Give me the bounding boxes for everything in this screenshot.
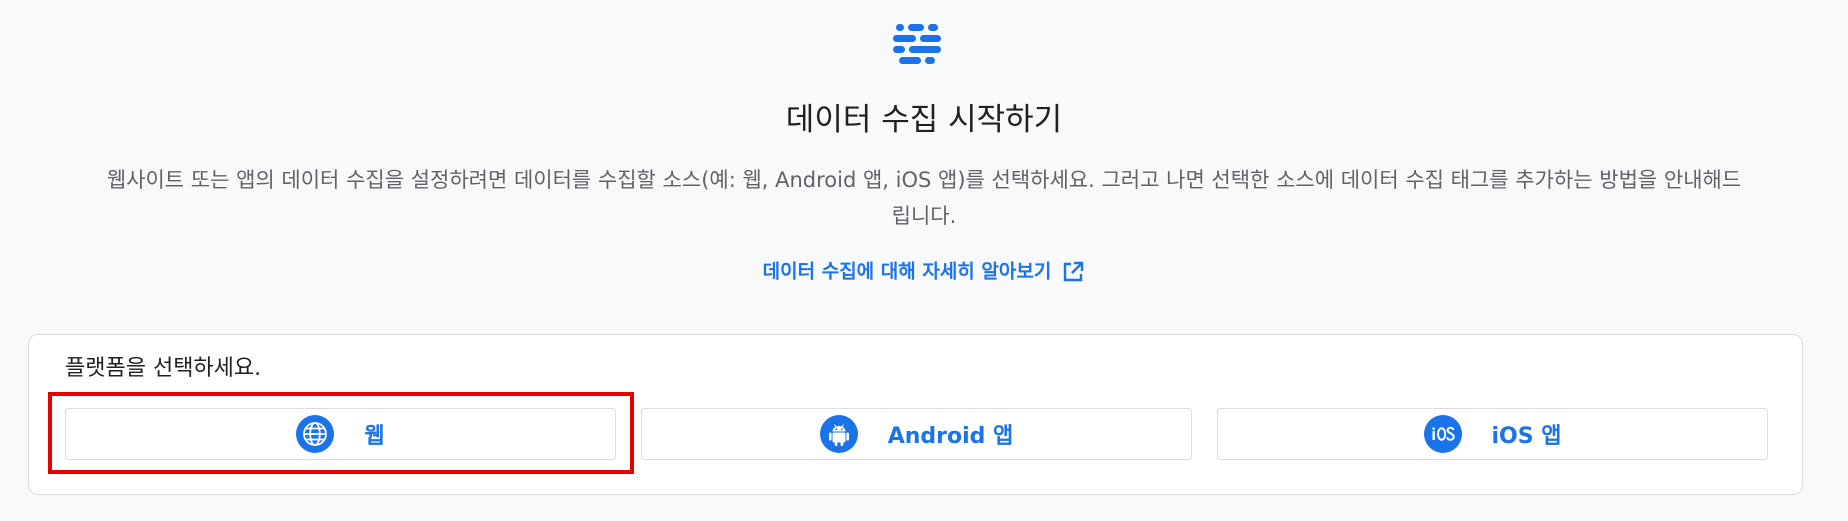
- ios-button-label: iOS 앱: [1491, 424, 1562, 449]
- web-button-label: 웹: [364, 424, 385, 449]
- android-button-label: Android 앱: [887, 424, 1014, 449]
- page-description: 웹사이트 또는 앱의 데이터 수집을 설정하려면 데이터를 수집할 소스(예: …: [106, 168, 1742, 228]
- learn-more-label: 데이터 수집에 대해 자세히 알아보기: [762, 260, 1052, 283]
- ios-platform-button[interactable]: iOS 앱: [1217, 408, 1768, 460]
- ios-icon: [1423, 415, 1462, 453]
- android-platform-button[interactable]: Android 앱: [641, 408, 1192, 460]
- android-icon: [819, 415, 858, 453]
- web-platform-button[interactable]: 웹: [65, 408, 616, 460]
- globe-icon: [296, 415, 335, 453]
- platform-select-card: 플랫폼을 선택하세요. 웹 Android 앱 iOS 앱: [28, 334, 1803, 495]
- page-title: 데이터 수집 시작하기: [785, 102, 1063, 138]
- learn-more-link[interactable]: 데이터 수집에 대해 자세히 알아보기: [0, 256, 1848, 287]
- platform-select-label: 플랫폼을 선택하세요.: [65, 356, 262, 381]
- external-link-icon: [1064, 261, 1084, 281]
- data-streams-icon: [893, 24, 941, 64]
